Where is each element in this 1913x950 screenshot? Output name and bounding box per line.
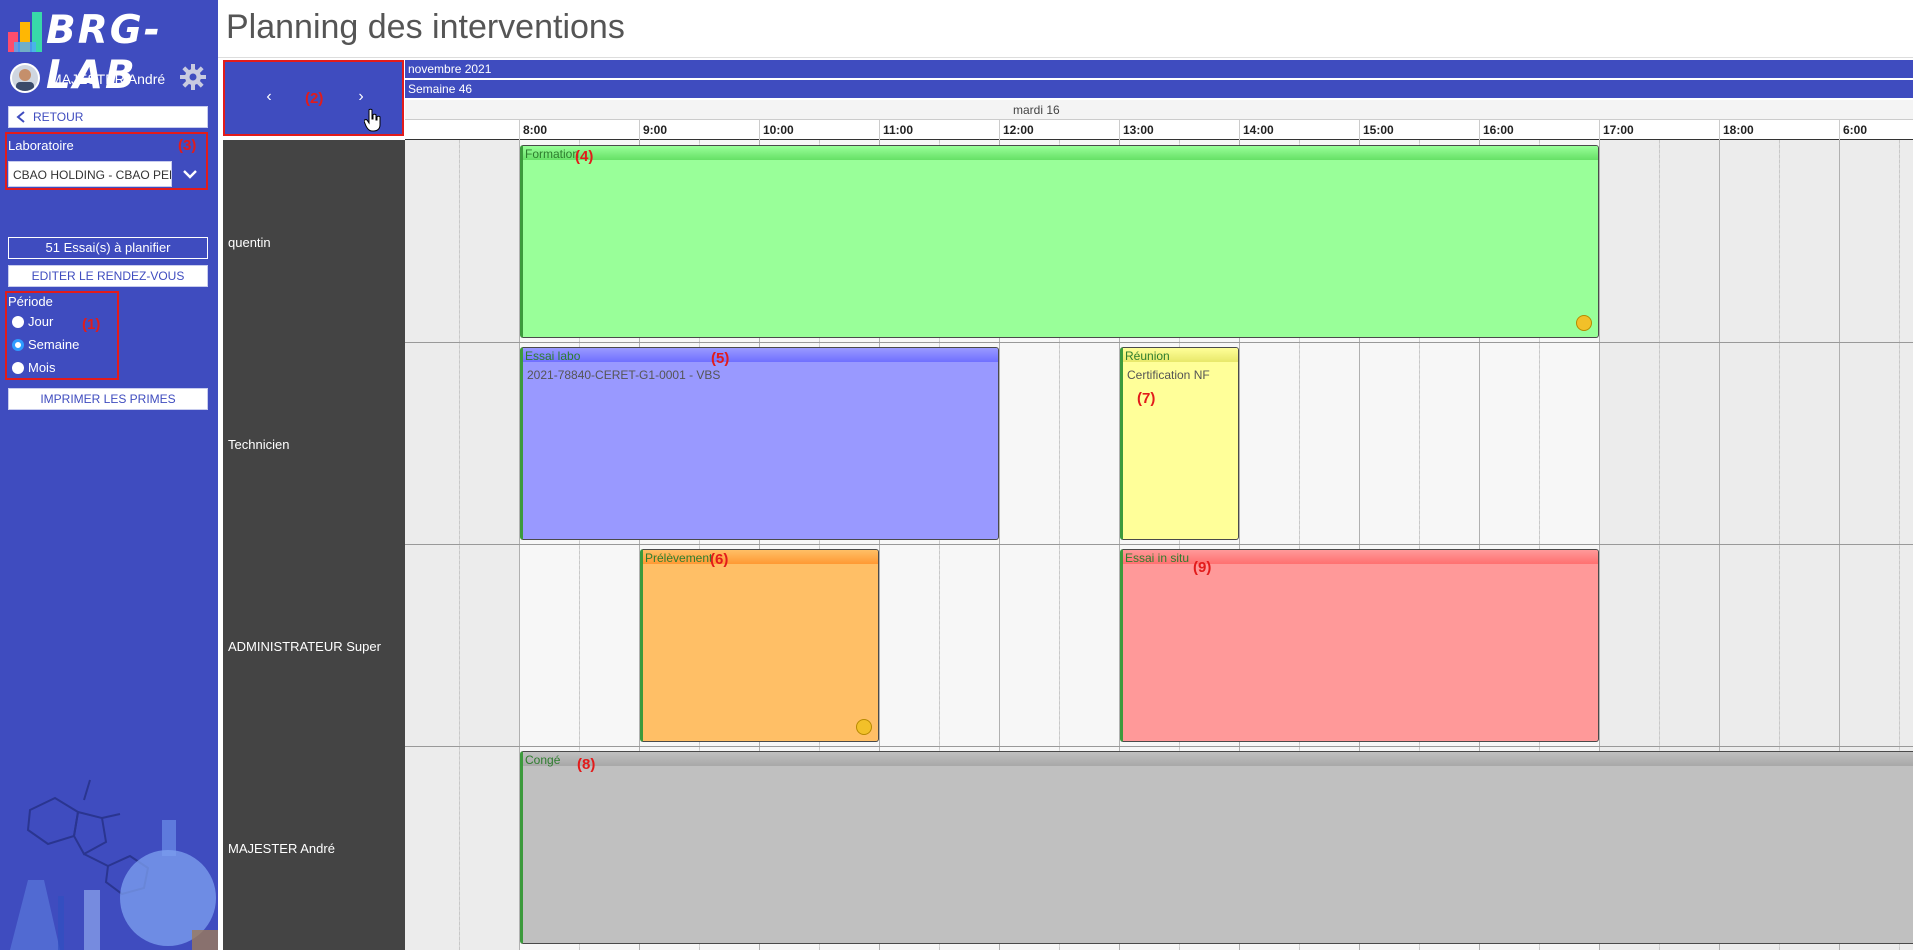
avatar[interactable] [10, 63, 40, 93]
page-title: Planning des interventions [226, 8, 625, 46]
event-header-bar [523, 752, 1913, 766]
event-header-bar [523, 348, 998, 362]
hour-label: 10:00 [763, 123, 794, 137]
hour-label: 11:00 [883, 123, 914, 137]
chemistry-decoration-icon [10, 779, 218, 950]
event-subtitle: 2021-78840-CERET-G1-0001 - VBS [527, 368, 721, 382]
chevron-left-icon [16, 111, 25, 123]
period-label: Période [8, 294, 53, 309]
annotation-5: (5) [711, 350, 730, 367]
event-title: Prélèvement [645, 551, 713, 565]
hour-label: 6:00 [1843, 123, 1868, 137]
hour-label: 9:00 [643, 123, 668, 137]
hour-tick [1119, 120, 1120, 140]
period-option-label: Mois [28, 360, 56, 375]
resource-row-divider [405, 342, 1913, 343]
previous-week-button[interactable]: ‹ [262, 88, 276, 108]
tests-to-plan-button[interactable]: 51 Essai(s) à planifier [8, 237, 208, 259]
event-formation[interactable]: Formation [520, 145, 1599, 338]
resource-row-divider [405, 746, 1913, 747]
event-r-union[interactable]: Réunion Certification NF [1120, 347, 1239, 540]
annotation-9: (9) [1193, 559, 1212, 576]
title-divider [218, 57, 1913, 58]
hour-label: 18:00 [1723, 123, 1754, 137]
laboratory-label: Laboratoire [8, 138, 74, 153]
annotation-3: (3) [178, 137, 197, 154]
laboratory-select[interactable]: CBAO HOLDING - CBAO PERPIGNAN [8, 161, 172, 187]
resource-label-quentin: quentin [228, 235, 271, 250]
half-hour-gridline [459, 140, 460, 950]
hour-tick [1839, 120, 1840, 140]
hour-tick [999, 120, 1000, 140]
month-header: novembre 2021 [405, 60, 1913, 78]
resource-label-administrateur: ADMINISTRATEUR Super [228, 639, 381, 654]
gear-icon[interactable] [180, 64, 206, 90]
annotation-4: (4) [575, 148, 594, 165]
event-title: Formation [525, 147, 580, 161]
event-title: Essai labo [525, 349, 581, 363]
radio-unchecked-icon[interactable] [12, 316, 24, 328]
resource-label-majester: MAJESTER André [228, 841, 335, 856]
hour-tick [1599, 120, 1600, 140]
annotation-6: (6) [710, 551, 729, 568]
day-label: mardi 16 [1013, 103, 1060, 117]
annotation-2: (2) [305, 90, 324, 107]
resource-label-technicien: Technicien [228, 437, 290, 452]
hour-tick [759, 120, 760, 140]
non-working-hours [405, 140, 519, 950]
hour-tick [1479, 120, 1480, 140]
day-header: mardi 16 [405, 100, 1913, 120]
hour-label: 14:00 [1243, 123, 1274, 137]
radio-checked-icon[interactable] [12, 339, 24, 351]
edit-appointment-button[interactable]: EDITER LE RENDEZ-VOUS [8, 265, 208, 287]
hour-tick [879, 120, 880, 140]
hour-tick [1239, 120, 1240, 140]
chevron-down-icon[interactable] [176, 161, 204, 187]
resource-column [223, 140, 405, 950]
hour-label: 15:00 [1363, 123, 1394, 137]
radio-unchecked-icon[interactable] [12, 362, 24, 374]
next-week-button[interactable]: › [354, 88, 368, 108]
event-title: Essai in situ [1125, 551, 1190, 565]
bonus-coin-icon [1576, 315, 1592, 331]
bonus-coin-icon [856, 719, 872, 735]
event-cong-[interactable]: Congé [520, 751, 1913, 944]
hour-tick [1359, 120, 1360, 140]
hour-label: 17:00 [1603, 123, 1634, 137]
period-option-label: Jour [28, 314, 54, 329]
print-bonuses-button[interactable]: IMPRIMER LES PRIMES [8, 388, 208, 410]
annotation-7: (7) [1137, 390, 1156, 407]
event-title: Congé [525, 753, 561, 767]
week-header: Semaine 46 [405, 80, 1913, 98]
hour-tick [1719, 120, 1720, 140]
event-pr-l-vement[interactable]: Prélèvement [640, 549, 879, 742]
event-essai-labo[interactable]: Essai labo 2021-78840-CERET-G1-0001 - VBS [520, 347, 999, 540]
resource-row-divider [405, 544, 1913, 545]
sidebar: BRG-LAB MAJESTER André RETOUR Laboratoir… [0, 0, 218, 950]
schedule-grid[interactable]: Formation Essai labo 2021-78840-CERET-G1-0… [405, 140, 1913, 950]
event-essai-in-situ[interactable]: Essai in situ [1120, 549, 1599, 742]
hour-tick [519, 120, 520, 140]
user-name: MAJESTER André [50, 71, 166, 87]
hour-label: 8:00 [523, 123, 548, 137]
hand-cursor-icon [364, 108, 381, 132]
period-option-label: Semaine [28, 337, 80, 352]
hour-header: 8:00 9:00 10:00 11:00 12:00 13:00 14:00 15:00 16… [405, 120, 1913, 140]
user-avatar-icon [12, 65, 38, 91]
back-button[interactable]: RETOUR [8, 106, 208, 128]
hour-tick [639, 120, 640, 140]
hour-label: 13:00 [1123, 123, 1154, 137]
hour-label: 16:00 [1483, 123, 1514, 137]
event-title: Réunion [1125, 349, 1170, 363]
event-subtitle: Certification NF [1127, 368, 1210, 382]
event-header-bar [523, 146, 1598, 160]
annotation-8: (8) [577, 756, 596, 773]
hour-label: 12:00 [1003, 123, 1034, 137]
annotation-1: (1) [82, 316, 101, 333]
